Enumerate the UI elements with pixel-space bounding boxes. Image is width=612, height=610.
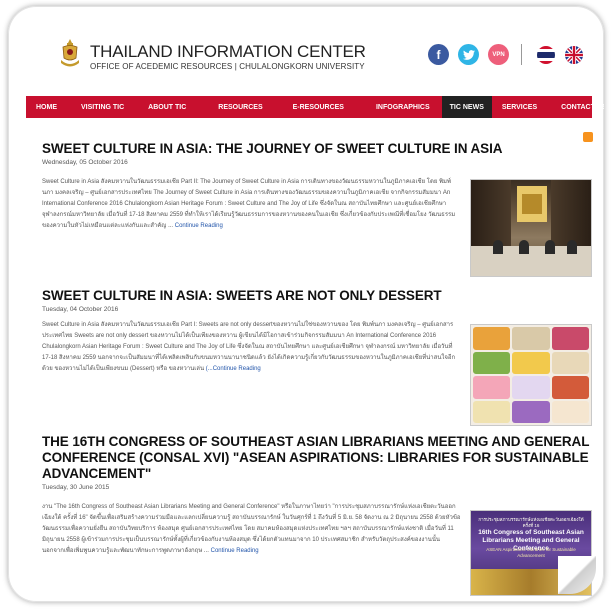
continue-reading-link[interactable]: Continue Reading	[211, 548, 259, 554]
article-title[interactable]: SWEET CULTURE IN ASIA: THE JOURNEY OF SW…	[42, 141, 590, 157]
nav-contact-us[interactable]: CONTACT US	[551, 96, 604, 118]
article-body-text: Sweet Culture in Asia สังคมหวานในวัฒนธรร…	[42, 179, 456, 229]
article-excerpt: Sweet Culture in Asia สังคมหวานในวัฒนธรร…	[42, 320, 462, 398]
nav-resources[interactable]: RESOURCES	[200, 96, 282, 118]
thumb-panelist	[519, 240, 529, 254]
article-body-text: งาน "The 16th Congress of Southeast Asia…	[42, 504, 461, 554]
thai-flag-graphic	[537, 46, 555, 64]
thumb-sweet	[551, 327, 589, 350]
thumb-panelist	[567, 240, 577, 254]
thumb-banner-thai: การประชุมสภาบรรณารักษ์แห่งเอเชียตะวันออก…	[478, 517, 584, 528]
article-excerpt: งาน "The 16th Congress of Southeast Asia…	[42, 502, 462, 578]
thumb-panelist	[493, 240, 503, 254]
thumb-sweet	[512, 400, 550, 423]
article-title[interactable]: THE 16TH CONGRESS OF SOUTHEAST ASIAN LIB…	[42, 434, 590, 482]
thumb-sweet	[512, 327, 550, 350]
article-thumbnail[interactable]	[470, 179, 592, 277]
article-excerpt: Sweet Culture in Asia สังคมหวานในวัฒนธรร…	[42, 177, 462, 247]
thai-flag-icon[interactable]	[537, 46, 555, 64]
article-body-text: Sweet Culture in Asia สังคมหวานในวัฒนธรร…	[42, 322, 456, 372]
site-subtitle: OFFICE OF ACEDEMIC RESOURCES | CHULALONG…	[90, 62, 365, 71]
article-date: Tuesday, 04 October 2016	[42, 306, 119, 313]
twitter-icon[interactable]	[458, 44, 479, 65]
page-frame: THAILAND INFORMATION CENTER OFFICE OF AC…	[8, 6, 604, 602]
thumb-sweet	[551, 376, 589, 399]
header-divider	[521, 44, 522, 65]
article-date: Wednesday, 05 October 2016	[42, 159, 128, 166]
thumb-sweet	[551, 351, 589, 374]
article-title[interactable]: SWEET CULTURE IN ASIA: SWEETS ARE NOT ON…	[42, 288, 590, 304]
thumb-sweet	[473, 400, 511, 423]
uk-flag-icon[interactable]	[565, 46, 583, 64]
nav-home[interactable]: HOME	[26, 96, 71, 118]
thumb-sweet	[473, 327, 511, 350]
nav-tic-news[interactable]: TIC NEWS	[441, 96, 492, 118]
main-nav: HOME VISITING TIC ABOUT TIC RESOURCES E-…	[26, 96, 604, 118]
article-thumbnail[interactable]	[470, 324, 592, 426]
nav-visiting-tic[interactable]: VISITING TIC	[71, 96, 138, 118]
site-title[interactable]: THAILAND INFORMATION CENTER	[90, 42, 366, 62]
thumb-sweet	[512, 351, 550, 374]
thumb-stage-screen	[517, 186, 547, 222]
university-seal-icon[interactable]	[58, 38, 82, 70]
site-header: THAILAND INFORMATION CENTER OFFICE OF AC…	[30, 34, 586, 86]
article-1: SWEET CULTURE IN ASIA: THE JOURNEY OF SW…	[42, 141, 592, 277]
twitter-bird-icon	[462, 49, 475, 60]
nav-services[interactable]: SERVICES	[492, 96, 551, 118]
article-2: SWEET CULTURE IN ASIA: SWEETS ARE NOT ON…	[42, 288, 592, 426]
vpn-glyph: VPN	[492, 51, 505, 58]
nav-e-resources[interactable]: E-RESOURCES	[283, 96, 366, 118]
thumb-sweet	[512, 376, 550, 399]
thumb-sweet	[551, 400, 589, 423]
article-3: THE 16TH CONGRESS OF SOUTHEAST ASIAN LIB…	[42, 434, 592, 596]
thumb-sweet	[473, 376, 511, 399]
facebook-glyph: f	[436, 47, 441, 62]
thumb-panelist	[545, 240, 555, 254]
nav-about-tic[interactable]: ABOUT TIC	[138, 96, 200, 118]
article-date: Tuesday, 30 June 2015	[42, 484, 110, 491]
continue-reading-link[interactable]: Continue Reading	[175, 223, 223, 229]
nav-infographics[interactable]: INFOGRAPHICS	[366, 96, 442, 118]
uk-flag-graphic	[565, 46, 583, 64]
facebook-icon[interactable]: f	[428, 44, 449, 65]
thumb-sweet	[473, 351, 511, 374]
vpn-icon[interactable]: VPN	[488, 44, 509, 65]
continue-reading-link[interactable]: (...Continue Reading	[206, 366, 261, 372]
